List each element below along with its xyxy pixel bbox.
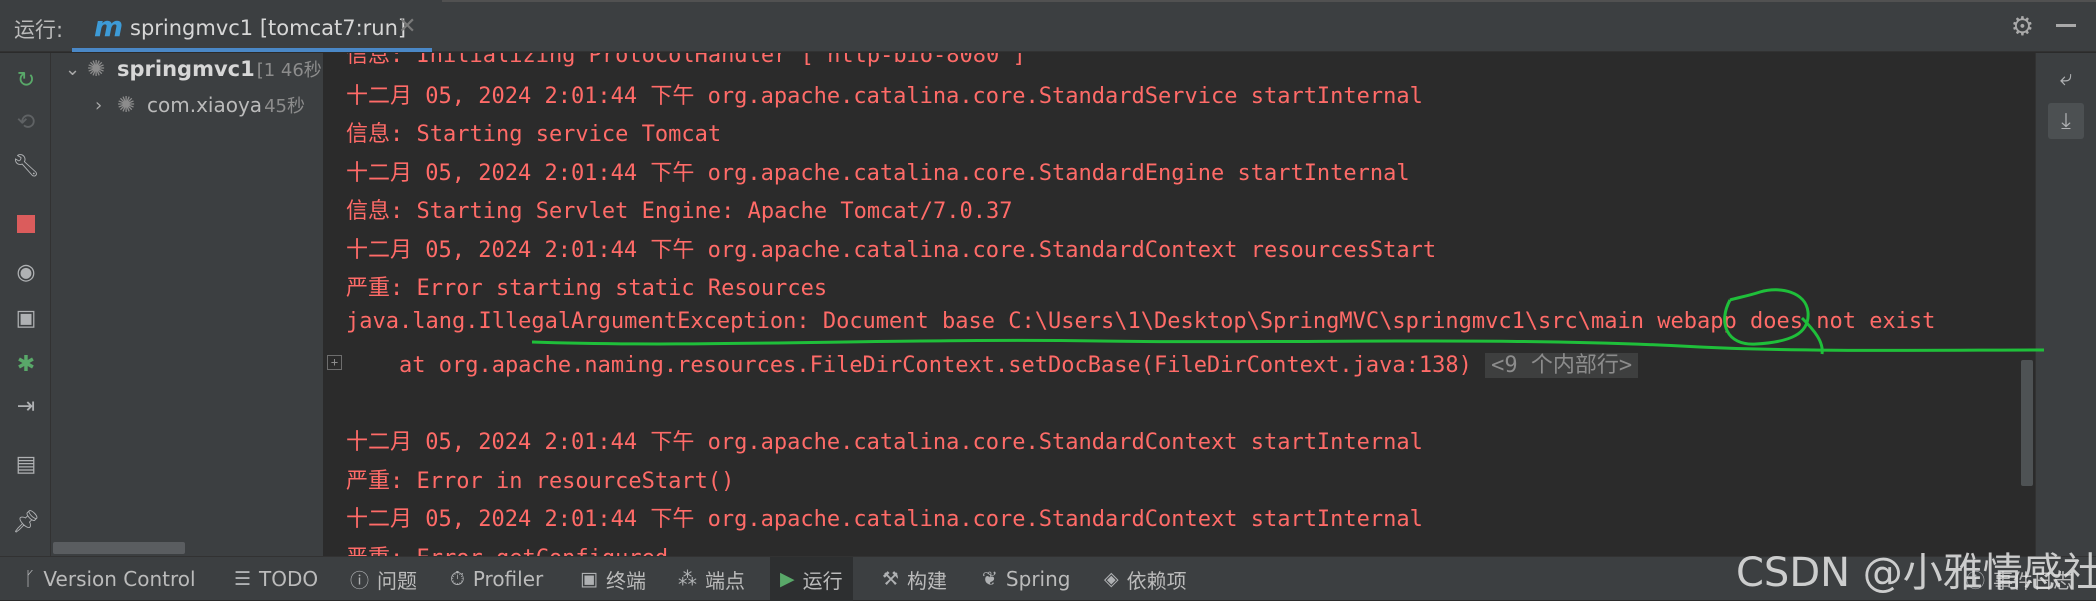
camera-icon[interactable]: ▣: [13, 305, 39, 331]
tree-item-springmvc1[interactable]: ⌄ ✺ springmvc1 [1 46秒: [65, 53, 322, 85]
tree-scrollbar[interactable]: [53, 542, 185, 554]
status-item-label: 依赖项: [1126, 568, 1187, 593]
header-divider: [442, 0, 2096, 2]
console-line: 信息: Initializing ProtocolHandler ["http-…: [346, 53, 1026, 68]
status-item-run[interactable]: ▶ 运行: [770, 557, 853, 601]
console-output[interactable]: 信息: Initializing ProtocolHandler ["http-…: [324, 53, 2036, 556]
console-line: 十二月 05, 2024 2:01:44 下午 org.apache.catal…: [346, 507, 1423, 532]
info-icon: ⓘ: [350, 569, 370, 592]
export-icon[interactable]: ⇥: [13, 393, 39, 419]
console-line: 严重: Error getConfigured: [346, 540, 668, 556]
branch-icon: ᚴ: [24, 568, 36, 590]
spinner-icon: ✺: [117, 92, 136, 118]
status-item-profiler[interactable]: ⏱ Profiler: [450, 557, 543, 601]
maven-icon: m: [94, 10, 124, 43]
console-line: 信息: Starting Servlet Engine: Apache Tomc…: [346, 199, 1013, 224]
status-item-label: 终端: [605, 568, 646, 593]
expand-fold-icon[interactable]: +: [327, 355, 342, 370]
console-line: 十二月 05, 2024 2:01:44 下午 org.apache.catal…: [346, 238, 1437, 263]
status-item-label: Version Control: [43, 567, 196, 591]
status-item-label: Profiler: [472, 567, 544, 591]
list-icon: ☰: [234, 568, 252, 590]
close-icon[interactable]: ✕: [398, 14, 416, 39]
status-item-terminal[interactable]: ▣ 终端: [580, 557, 646, 601]
tree-item-com-xiaoya[interactable]: › ✺ com.xiaoya 45秒: [95, 89, 305, 121]
stack-frame-line: at org.apache.naming.resources.FileDirCo…: [346, 347, 1639, 379]
scroll-to-end-icon[interactable]: ⤓: [2048, 103, 2084, 139]
status-item-label: 端点: [705, 568, 745, 593]
wrench-icon[interactable]: 🔧︎: [12, 153, 40, 179]
status-item-problems[interactable]: ⓘ 问题: [350, 557, 417, 601]
status-item-label: Spring: [1005, 567, 1071, 591]
status-item-dependencies[interactable]: ◈ 依赖项: [1104, 557, 1187, 601]
status-item-label: 构建: [907, 568, 948, 593]
stack-frame-text: at org.apache.naming.resources.FileDirCo…: [346, 353, 1472, 378]
soft-wrap-icon[interactable]: ⤶: [2053, 65, 2079, 91]
chevron-right-icon[interactable]: ›: [95, 95, 117, 116]
stop-icon[interactable]: [13, 211, 39, 237]
status-item-label: 问题: [377, 568, 418, 593]
status-item-build[interactable]: ⚒ 构建: [882, 557, 947, 601]
hammer-icon: ⚒: [882, 568, 900, 590]
status-item-endpoints[interactable]: ⁂ 端点: [678, 557, 745, 601]
tree-item-label: springmvc1: [117, 57, 255, 81]
run-tree: ⌄ ✺ springmvc1 [1 46秒 › ✺ com.xiaoya 45秒: [51, 53, 324, 556]
status-item-label: TODO: [259, 567, 319, 591]
status-item-todo[interactable]: ☰ TODO: [234, 557, 318, 601]
csdn-watermark: CSDN @小雅情感社: [1736, 550, 2096, 596]
console-line: java.lang.IllegalArgumentException: Docu…: [346, 309, 1936, 334]
tree-item-label: com.xiaoya: [147, 93, 263, 117]
tree-item-time: 45秒: [264, 96, 305, 117]
console-scrollbar-thumb[interactable]: [2021, 360, 2033, 486]
status-item-label: 运行: [802, 568, 843, 593]
chevron-down-icon[interactable]: ⌄: [65, 59, 87, 80]
console-line: 十二月 05, 2024 2:01:44 下午 org.apache.catal…: [346, 84, 1423, 109]
console-line: 信息: Starting service Tomcat: [346, 122, 722, 147]
tree-item-time: [1 46秒: [256, 60, 322, 81]
layers-icon: ◈: [1104, 568, 1119, 590]
console-line: 十二月 05, 2024 2:01:44 下午 org.apache.catal…: [346, 430, 1423, 455]
eye-icon[interactable]: ◉: [13, 259, 39, 285]
internal-frames-badge[interactable]: <9 个内部行>: [1485, 353, 1639, 378]
layout-icon[interactable]: ▤: [13, 451, 39, 477]
rerun-icon[interactable]: ↻: [13, 67, 39, 93]
play-icon: ▶: [780, 568, 795, 590]
console-line: 严重: Error starting static Resources: [346, 276, 828, 301]
status-item-version-control[interactable]: ᚴ Version Control: [24, 557, 196, 601]
pin-icon[interactable]: 📌︎: [12, 509, 40, 535]
console-side-toolbar: ⤶ ⤓: [2035, 53, 2096, 556]
terminal-icon: ▣: [580, 568, 598, 590]
tab-title: springmvc1 [tomcat7:run]: [130, 16, 407, 40]
minimize-icon[interactable]: [2056, 24, 2076, 27]
console-line: 严重: Error in resourceStart(): [346, 469, 735, 494]
gear-icon[interactable]: ⚙: [2011, 12, 2034, 42]
run-label: 运行:: [14, 18, 64, 42]
status-item-spring[interactable]: ❦ Spring: [982, 557, 1070, 601]
run-toolwindow-header: 运行: m springmvc1 [tomcat7:run] ✕ ⚙: [0, 0, 2096, 52]
spring-icon: ❦: [982, 568, 998, 590]
profiler-icon: ⏱: [450, 568, 465, 590]
tab-springmvc1-run[interactable]: m springmvc1 [tomcat7:run] ✕: [72, 0, 432, 52]
debug-icon[interactable]: ✱: [13, 351, 39, 377]
tab-active-indicator: [72, 48, 432, 52]
console-line: 十二月 05, 2024 2:01:44 下午 org.apache.catal…: [346, 161, 1410, 186]
run-toolbar: ↻ ⟲ 🔧︎ ◉ ▣ ✱ ⇥ ▤ 📌︎: [0, 53, 51, 556]
endpoints-icon: ⁂: [678, 568, 697, 590]
rerun-failed-icon[interactable]: ⟲: [13, 109, 39, 135]
spinner-icon: ✺: [87, 56, 106, 82]
